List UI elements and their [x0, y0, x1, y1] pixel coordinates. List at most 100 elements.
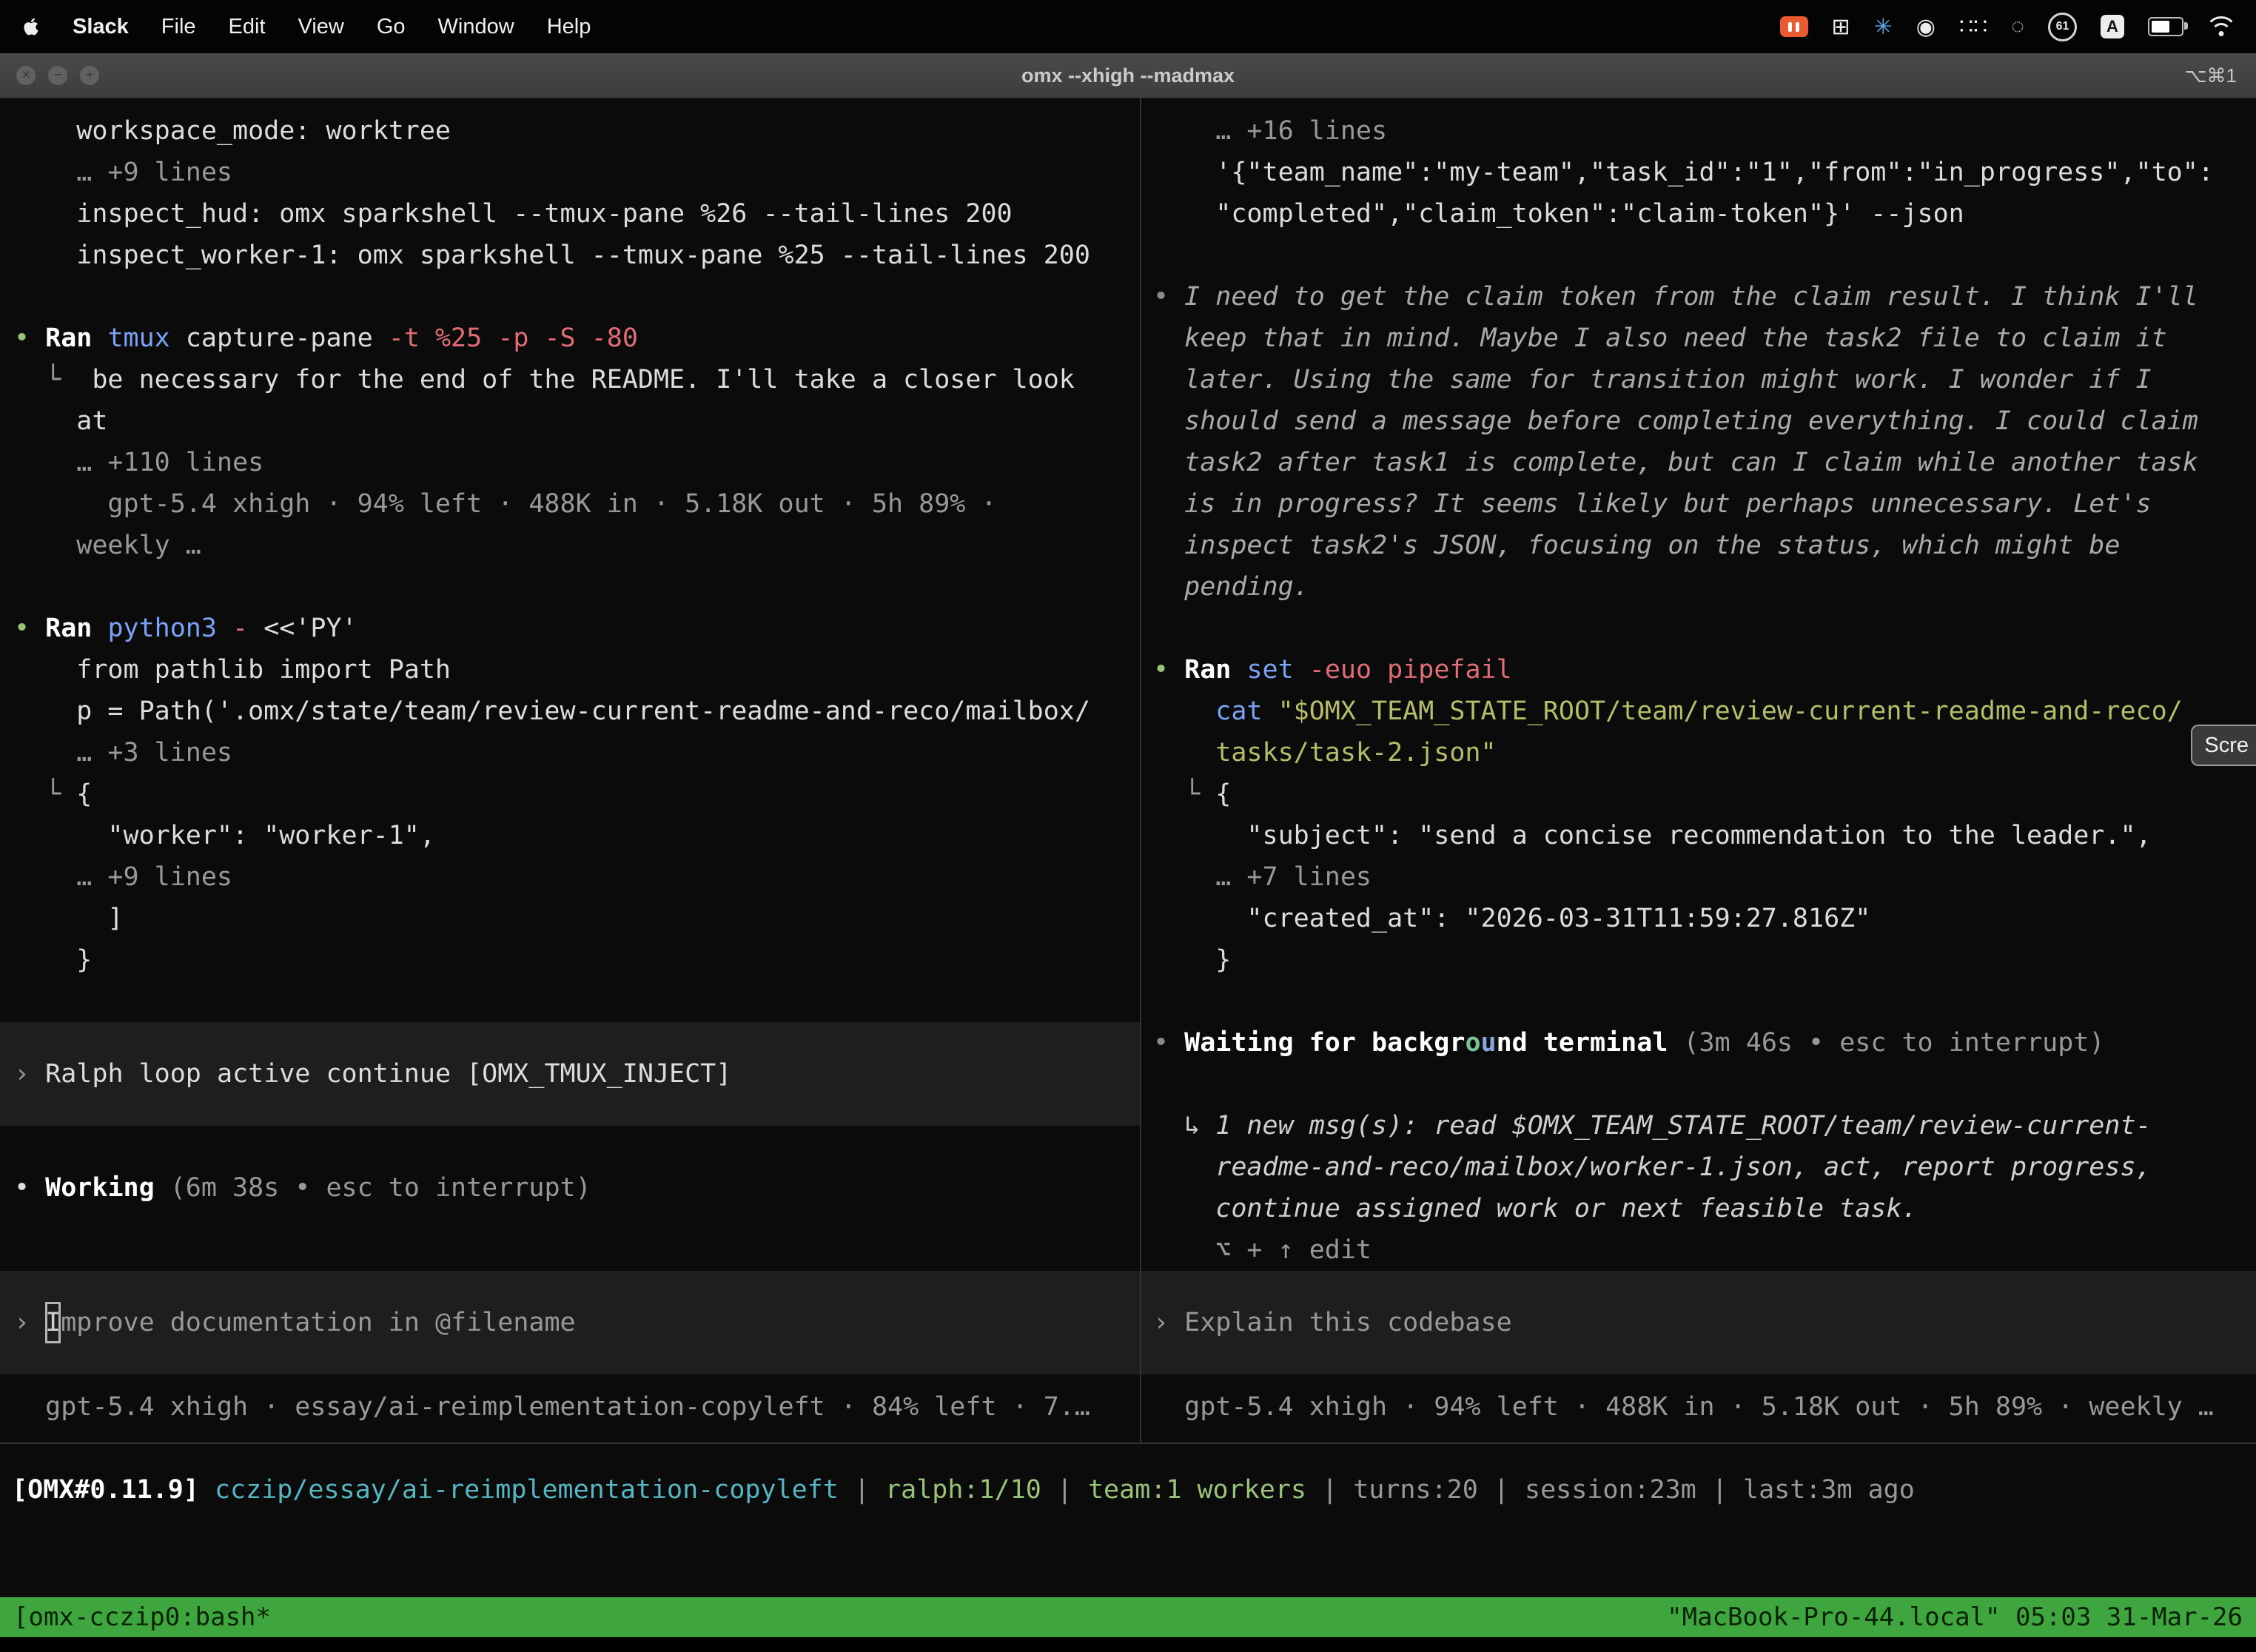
- screen-capture-overlay[interactable]: Scre: [2191, 725, 2256, 766]
- text-segment: •: [1153, 282, 1184, 312]
- terminal-panes: workspace_mode: worktree… +9 linesinspec…: [0, 98, 2256, 1443]
- text-segment: "$OMX_TEAM_STATE_ROOT/team/review-curren…: [1278, 696, 2183, 726]
- text-segment: tasks/task-2.json": [1215, 738, 1496, 768]
- text-segment: mprove documentation in @filename: [61, 1308, 575, 1337]
- terminal-line: weekly …: [0, 525, 1140, 566]
- window-tiles-icon[interactable]: ⊞: [1832, 14, 1850, 40]
- window-shortcut-hint: ⌥⌘1: [2185, 64, 2256, 87]
- menu-view[interactable]: View: [282, 15, 360, 39]
- terminal-line: }: [0, 939, 1140, 981]
- blank-line: [0, 1126, 1140, 1167]
- terminal-line: … +110 lines: [0, 442, 1140, 483]
- text-segment: gpt-5.4 xhigh · 94% left · 488K in · 5.1…: [107, 489, 996, 519]
- text-segment: Ralph loop active continue [OMX_TMUX_INJ…: [45, 1059, 731, 1089]
- terminal-line: tasks/task-2.json": [1141, 732, 2256, 773]
- text-segment: cat: [1215, 696, 1278, 726]
- blank-line: [0, 276, 1140, 318]
- terminal-line: gpt-5.4 xhigh · essay/ai-reimplementatio…: [0, 1386, 1140, 1428]
- text-segment: |: [839, 1475, 885, 1505]
- blank-line: [0, 981, 1140, 1022]
- menu-bar: Slack File Edit View Go Window Help ⊞ ✳ …: [0, 0, 2256, 53]
- tmux-session-window: [omx-cczip0:bash*: [13, 1602, 271, 1632]
- text-segment: Ran: [1184, 655, 1246, 685]
- terminal-line: at: [0, 400, 1140, 442]
- terminal-line: └ {: [1141, 773, 2256, 815]
- menu-help[interactable]: Help: [531, 15, 608, 39]
- blank-line: [0, 566, 1140, 608]
- zoom-button[interactable]: +: [80, 66, 99, 85]
- minimize-icon: −: [53, 67, 61, 84]
- terminal-line: should send a message before completing …: [1141, 400, 2256, 442]
- text-segment: ]: [107, 904, 123, 933]
- minimize-button[interactable]: −: [48, 66, 67, 85]
- menu-bar-status-icons: ⊞ ✳ ◉ ∷∷ ◌ 61 A: [1780, 13, 2256, 41]
- prompt-input-line[interactable]: › Ralph loop active continue [OMX_TMUX_I…: [0, 1022, 1140, 1126]
- terminal-line: readme-and-reco/mailbox/worker-1.json, a…: [1141, 1146, 2256, 1188]
- text-segment: … +16 lines: [1215, 116, 1387, 146]
- text-segment: └: [1184, 779, 1215, 809]
- text-segment: ›: [14, 1059, 45, 1089]
- terminal-line: workspace_mode: worktree: [0, 110, 1140, 152]
- terminal-line: "worker": "worker-1",: [0, 815, 1140, 856]
- text-segment: capture-pane: [186, 323, 389, 353]
- battery-icon[interactable]: [2148, 17, 2183, 36]
- ghost-icon[interactable]: ◌: [2011, 14, 2024, 39]
- terminal-line: ]: [0, 898, 1140, 939]
- dark-circle-app-icon[interactable]: ◉: [1916, 14, 1936, 40]
- text-segment: ⌥ + ↑ edit: [1215, 1235, 1372, 1265]
- text-segment: weekly …: [76, 531, 201, 560]
- terminal-line: … +9 lines: [0, 152, 1140, 193]
- terminal-line: cat "$OMX_TEAM_STATE_ROOT/team/review-cu…: [1141, 691, 2256, 732]
- pinwheel-icon[interactable]: ✳: [1874, 14, 1893, 40]
- terminal-line: "created_at": "2026-03-31T11:59:27.816Z": [1141, 898, 2256, 939]
- text-segment: (6m 38s • esc to interrupt): [170, 1173, 591, 1203]
- text-segment: •: [14, 614, 45, 643]
- window-title: omx --xhigh --madmax: [0, 64, 2256, 87]
- terminal-line: └ {: [0, 773, 1140, 815]
- wifi-icon[interactable]: [2207, 16, 2235, 37]
- text-segment: |: [1306, 1475, 1353, 1505]
- text-segment: '{"team_name":"my-team","task_id":"1","f…: [1215, 158, 2214, 187]
- menu-window[interactable]: Window: [422, 15, 531, 39]
- tmux-status-bar: [omx-cczip0:bash* "MacBook-Pro-44.local"…: [0, 1597, 2256, 1637]
- text-segment: <<'PY': [263, 614, 357, 643]
- prompt-input-line[interactable]: › Explain this codebase: [1141, 1271, 2256, 1374]
- window-title-bar[interactable]: × − + omx --xhigh --madmax ⌥⌘1: [0, 53, 2256, 98]
- text-segment: turns:20: [1353, 1475, 1478, 1505]
- text-segment: … +9 lines: [76, 862, 232, 892]
- text-segment: session:23m: [1525, 1475, 1696, 1505]
- text-segment: "created_at": "2026-03-31T11:59:27.816Z": [1246, 904, 1870, 933]
- pane-right-bottom: › Explain this codebasegpt-5.4 xhigh · 9…: [1141, 1271, 2256, 1443]
- text-segment: … +9 lines: [76, 158, 232, 187]
- text-segment: -: [232, 614, 263, 643]
- dots-grid-icon[interactable]: ∷∷: [1959, 14, 1987, 40]
- prompt-input-line[interactable]: › Improve documentation in @filename: [0, 1271, 1140, 1374]
- text-segment: team:1 workers: [1088, 1475, 1306, 1505]
- terminal-line: • Working (6m 38s • esc to interrupt): [0, 1167, 1140, 1209]
- text-segment: continue assigned work or next feasible …: [1215, 1194, 1917, 1223]
- menu-bar-left: Slack File Edit View Go Window Help: [0, 15, 607, 39]
- menu-file[interactable]: File: [145, 15, 212, 39]
- text-segment: at: [76, 406, 107, 436]
- text-segment: u: [1481, 1028, 1497, 1058]
- close-button[interactable]: ×: [16, 66, 36, 85]
- text-segment: └: [45, 365, 92, 394]
- terminal-pane-left[interactable]: workspace_mode: worktree… +9 linesinspec…: [0, 98, 1140, 1443]
- text-cursor: I: [45, 1302, 61, 1343]
- text-segment: … +110 lines: [76, 448, 263, 477]
- text-segment: I need to get the claim token from the c…: [1184, 282, 2198, 312]
- text-segment: "worker": "worker-1",: [107, 821, 435, 850]
- text-segment: later. Using the same for transition mig…: [1184, 365, 2151, 394]
- menu-go[interactable]: Go: [360, 15, 422, 39]
- text-segment: pending.: [1184, 572, 1309, 602]
- screen-recording-icon[interactable]: [1780, 16, 1808, 37]
- app-menu-slack[interactable]: Slack: [56, 15, 145, 39]
- menu-edit[interactable]: Edit: [212, 15, 282, 39]
- terminal-line: "completed","claim_token":"claim-token"}…: [1141, 193, 2256, 235]
- badge-61[interactable]: 61: [2048, 13, 2077, 41]
- terminal-pane-right[interactable]: … +16 lines '{"team_name":"my-team","task…: [1141, 98, 2256, 1443]
- blank-line: [1141, 1064, 2256, 1105]
- terminal-line: └ be necessary for the end of the README…: [0, 359, 1140, 400]
- apple-menu-icon[interactable]: [0, 17, 56, 36]
- input-source-icon[interactable]: A: [2101, 15, 2124, 38]
